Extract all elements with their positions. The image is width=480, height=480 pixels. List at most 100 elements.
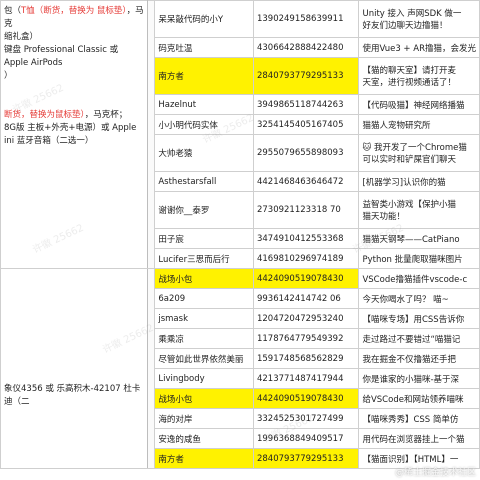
article-title-cell[interactable]: 使用Vue3 + AR撸猫，会发光 <box>358 37 480 58</box>
user-id-cell[interactable]: 2730921123318 70 <box>252 191 360 229</box>
article-title: 走过路过不要错过“喵猫记 <box>362 334 461 345</box>
article-title: VSCode撸猫插件vscode-c <box>362 274 468 285</box>
author-name-cell[interactable]: 战场小包 <box>154 268 254 289</box>
article-title-cell[interactable]: 🐱 我开发了一个Chrome猫 可以实时和铲屎官们聊天 <box>358 134 480 172</box>
article-title: 益智类小游戏【保护小猫 <box>362 200 456 210</box>
article-title-continued: 好友们边聊天边撸猫！ <box>362 21 448 31</box>
user-id-cell[interactable]: 9936142414742 06 <box>252 288 360 309</box>
article-title: 【猫的聊天室】请打开麦 <box>362 66 456 76</box>
user-id-cell[interactable]: 1591748568562829 <box>252 348 360 369</box>
user-id-cell[interactable]: 3254145405167405 <box>252 114 360 135</box>
prize-note-line: 象仪4356 或 乐高积木-42107 杜卡迪（二 <box>4 383 144 409</box>
article-title-cell[interactable]: 【喵咪专场】用CSS告诉你 <box>358 308 480 329</box>
author-name-cell[interactable]: 南方者 <box>154 57 254 95</box>
user-id-cell[interactable]: 3949865118744263 <box>252 94 360 115</box>
author-name-cell[interactable]: Lucifer三思而后行 <box>154 248 254 269</box>
author-name-cell[interactable]: 安逸的咸鱼 <box>154 428 254 449</box>
article-title-cell[interactable]: 用代码在浏览器挂上一个猫 <box>358 428 480 449</box>
article-title: 【喵咪专场】用CSS告诉你 <box>362 314 465 325</box>
author-name-cell[interactable]: Asthestarsfall <box>154 171 254 192</box>
prize-note-line: 包（T恤（断货，替换为 鼠标垫），马克 <box>4 5 144 31</box>
table-row: 包（T恤（断货，替换为 鼠标垫），马克 缩礼盒） 键盘 Professional C… <box>0 0 480 269</box>
note-text: 包（ <box>4 6 22 16</box>
article-title: 今天你喝水了吗？ 喵~ <box>362 294 449 305</box>
article-title-cell[interactable]: 给VSCode和网站领养喵咪 <box>358 388 480 409</box>
author-name-cell[interactable]: 南方者 <box>154 448 254 469</box>
article-title-cell[interactable]: Python 批量爬取猫咪图片 <box>358 248 480 269</box>
author-name-cell[interactable]: Livingbody <box>154 368 254 389</box>
spacer-cell <box>147 268 156 469</box>
author-name-cell[interactable]: 呆呆敲代码的小Y <box>154 0 254 38</box>
highlighted-note: T恤（断货，替换为 鼠标垫） <box>21 6 127 16</box>
article-title-cell[interactable]: 猫猫天钢琴——CatPiano <box>358 228 480 249</box>
article-title-cell[interactable]: 走过路过不要错过“喵猫记 <box>358 328 480 349</box>
footer-watermark: @稀土掘金技术社区 <box>394 468 476 478</box>
article-title-continued: 可以实时和铲屎官们聊天 <box>362 155 456 165</box>
article-title-cell[interactable]: 【代码吸猫】神经网络播猫 <box>358 94 480 115</box>
article-title: 我在掘金不仅撸猫还手把 <box>362 354 456 365</box>
prize-note-line: ini 蓝牙音箱（二选一） <box>4 135 144 148</box>
prize-note-line: 缩礼盒） <box>4 31 144 44</box>
note-text: 8G版 主板+外壳+电源）或 Apple <box>4 123 137 133</box>
article-title: 【猫面识别】【HTML】一 <box>362 454 459 465</box>
article-title-cell[interactable]: 今天你喝水了吗？ 喵~ <box>358 288 480 309</box>
prize-note-line: 断货，替换为鼠标垫），马克杯； <box>4 109 144 122</box>
author-name-cell[interactable]: 战场小包 <box>154 388 254 409</box>
user-id-cell[interactable]: 4421468463646472 <box>252 171 360 192</box>
prize-notes-cell: 包（T恤（断货，替换为 鼠标垫），马克 缩礼盒） 键盘 Professional C… <box>0 0 149 269</box>
article-title: 给VSCode和网站领养喵咪 <box>362 394 464 405</box>
note-text: 键盘 Professional Classic 或 Apple AirPods <box>4 45 119 68</box>
article-title-cell[interactable]: Unity 接入 声网SDK 做一 好友们边聊天边撸猫！ <box>358 0 480 38</box>
article-title: 用代码在浏览器挂上一个猫 <box>362 434 465 445</box>
prize-notes-cell: 象仪4356 或 乐高积木-42107 杜卡迪（二 <box>0 268 149 469</box>
user-id-cell[interactable]: 4424090519078430 <box>252 268 360 289</box>
prize-note-line: ） <box>4 70 144 83</box>
article-title-cell[interactable]: 你是谁家的小猫咪-基于深 <box>358 368 480 389</box>
article-title-cell[interactable]: 【猫的聊天室】请打开麦 天室，进行视频通话了！ <box>358 57 480 95</box>
author-name-cell[interactable]: 田子宸 <box>154 228 254 249</box>
user-id-cell[interactable]: 2955079655898093 <box>252 134 360 172</box>
prize-note-line: 键盘 Professional Classic 或 Apple AirPods <box>4 44 144 70</box>
user-id-cell[interactable]: 3324525301727499 <box>252 408 360 429</box>
user-id-cell[interactable]: 4424090519078430 <box>252 388 360 409</box>
author-name-cell[interactable]: 海的对岸 <box>154 408 254 429</box>
table-row: 象仪4356 或 乐高积木-42107 杜卡迪（二 战场小包 44240905190… <box>0 268 480 469</box>
article-title: 猫猫天钢琴——CatPiano <box>362 234 460 245</box>
author-name-cell[interactable]: 尽管如此世界依然美丽 <box>154 348 254 369</box>
author-name-cell[interactable]: 小小明代码实体 <box>154 114 254 135</box>
article-title-continued: 猫天功能！ <box>362 212 405 222</box>
author-name-cell[interactable]: Hazelnut <box>154 94 254 115</box>
article-title-cell[interactable]: VSCode撸猫插件vscode-c <box>358 268 480 289</box>
article-title-continued: 天室，进行视频通话了！ <box>362 78 456 88</box>
article-title: Unity 接入 声网SDK 做一 <box>362 9 462 19</box>
author-name-cell[interactable]: 谢谢你__泰罗 <box>154 191 254 229</box>
article-title-cell[interactable]: 益智类小游戏【保护小猫 猫天功能！ <box>358 191 480 229</box>
author-name-cell[interactable]: 码克吐温 <box>154 37 254 58</box>
user-id-cell[interactable]: 4213771487417944 <box>252 368 360 389</box>
article-title-cell[interactable]: [机器学习]认识你的猫 <box>358 171 480 192</box>
user-id-cell[interactable]: 4306642888422480 <box>252 37 360 58</box>
note-text: 缩礼盒） <box>4 32 39 42</box>
article-title: [机器学习]认识你的猫 <box>362 177 446 188</box>
author-name-cell[interactable]: 大帅老猿 <box>154 134 254 172</box>
spreadsheet: 包（T恤（断货，替换为 鼠标垫），马克 缩礼盒） 键盘 Professional C… <box>0 0 480 480</box>
highlighted-note: 断货，替换为鼠标垫） <box>4 110 85 120</box>
article-title: 🐱 我开发了一个Chrome猫 <box>362 143 467 153</box>
author-name-cell[interactable]: jsmask <box>154 308 254 329</box>
user-id-cell[interactable]: 1204720472953240 <box>252 308 360 329</box>
user-id-cell[interactable]: 3474910412553368 <box>252 228 360 249</box>
author-name-cell[interactable]: 乘乘凉 <box>154 328 254 349</box>
user-id-cell[interactable]: 2840793779295133 <box>252 448 360 469</box>
note-text: ，马克杯； <box>84 110 128 120</box>
article-title-cell[interactable]: 我在掘金不仅撸猫还手把 <box>358 348 480 369</box>
article-title-cell[interactable]: 【喵咪秀秀】CSS 简单仿 <box>358 408 480 429</box>
prize-note-line: 8G版 主板+外壳+电源）或 Apple <box>4 122 144 135</box>
author-name-cell[interactable]: 6a209 <box>154 288 254 309</box>
user-id-cell[interactable]: 1178764779549392 <box>252 328 360 349</box>
user-id-cell[interactable]: 4169810296974189 <box>252 248 360 269</box>
article-title-cell[interactable]: 猫猫人宠物研究所 <box>358 114 480 135</box>
user-id-cell[interactable]: 1390249158639911 <box>252 0 360 38</box>
user-id-cell[interactable]: 1996368849409517 <box>252 428 360 449</box>
article-title: 猫猫人宠物研究所 <box>362 120 431 131</box>
user-id-cell[interactable]: 2840793779295133 <box>252 57 360 95</box>
